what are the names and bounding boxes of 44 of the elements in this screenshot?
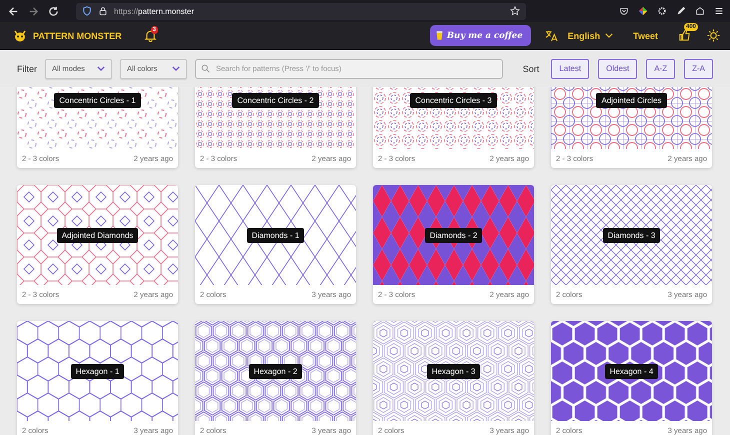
pattern-title: Hexagon - 1: [70, 364, 124, 378]
pattern-title: Concentric Circles - 3: [410, 93, 497, 108]
shield-icon[interactable]: [82, 6, 92, 16]
brand-name[interactable]: PATTERN MONSTER: [33, 30, 122, 40]
sort-button[interactable]: Oldest: [598, 58, 638, 78]
pattern-title: Diamonds - 3: [602, 228, 660, 242]
reload-icon[interactable]: [48, 6, 59, 16]
pattern-title: Adjointed Diamonds: [56, 228, 138, 242]
thumbs-up-icon[interactable]: [678, 29, 691, 42]
search-icon: [201, 64, 210, 73]
pattern-title: Diamonds - 2: [424, 228, 482, 242]
forward-icon[interactable]: [28, 6, 39, 16]
caret-icon: [605, 33, 614, 38]
lock-icon[interactable]: [98, 6, 108, 16]
caret-icon: [172, 66, 180, 71]
pattern-title: Hexagon - 3: [426, 364, 480, 378]
back-icon[interactable]: [8, 6, 19, 16]
caret-icon: [97, 66, 105, 71]
language-select[interactable]: English: [564, 30, 618, 40]
pattern-title: Diamonds - 1: [246, 228, 304, 242]
pocket-icon[interactable]: [619, 6, 629, 16]
cup-icon: [436, 30, 443, 41]
url-text: https://pattern.monster: [114, 6, 196, 16]
tweet-link[interactable]: Tweet: [633, 30, 658, 40]
buy-coffee-button[interactable]: Buy me a coffee: [430, 25, 531, 46]
filter-label: Filter: [17, 64, 37, 74]
pattern-title: Concentric Circles - 1: [54, 93, 141, 108]
pen-icon[interactable]: [676, 6, 686, 16]
sort-button[interactable]: A-Z: [646, 58, 676, 78]
sort-label: Sort: [522, 64, 540, 74]
sun-icon[interactable]: [707, 29, 720, 42]
menu-icon[interactable]: [714, 6, 724, 16]
sort-button[interactable]: Z-A: [684, 58, 713, 78]
pattern-title: Hexagon - 4: [604, 364, 658, 378]
pattern-title: Concentric Circles - 2: [232, 93, 319, 108]
pattern-title: Hexagon - 2: [248, 364, 302, 378]
star-icon[interactable]: [510, 6, 520, 16]
color-wheel-icon[interactable]: [638, 6, 648, 16]
sort-button[interactable]: Latest: [551, 58, 590, 78]
translate-icon[interactable]: [544, 29, 558, 42]
gear-icon[interactable]: [657, 6, 667, 16]
address-bar[interactable]: https://pattern.monster: [76, 2, 526, 20]
monster-logo-icon[interactable]: [13, 28, 27, 42]
pattern-title: Adjointed Circles: [596, 93, 667, 108]
